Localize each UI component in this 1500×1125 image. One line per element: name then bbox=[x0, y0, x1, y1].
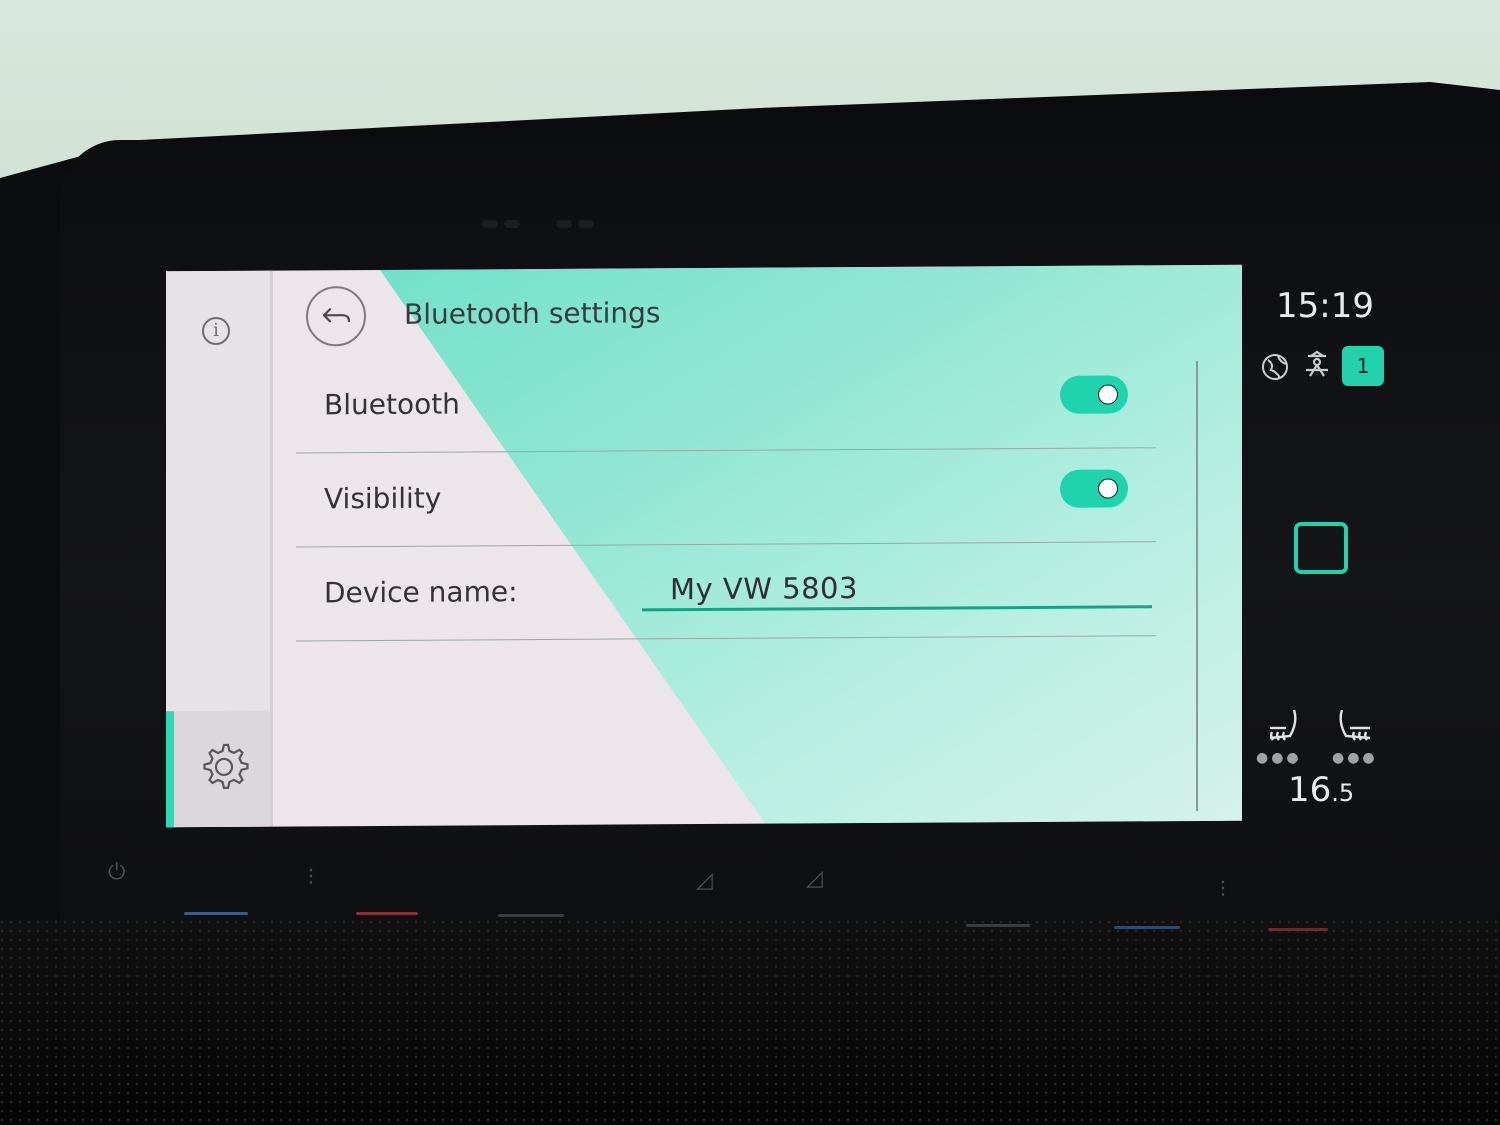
seat-heat-left-icon[interactable] bbox=[1264, 706, 1304, 754]
globe-icon bbox=[1260, 352, 1290, 386]
settings-panel: Bluetooth settings Bluetooth Visibility … bbox=[270, 265, 1242, 827]
dashboard-trim bbox=[0, 920, 1500, 1125]
fan-up-icon[interactable]: ⫶ bbox=[1220, 878, 1226, 903]
sidebar-item-settings[interactable] bbox=[166, 710, 270, 828]
setting-label: Bluetooth bbox=[324, 387, 460, 422]
notification-badge[interactable]: 1 bbox=[1342, 346, 1384, 386]
slider-marker bbox=[498, 914, 564, 917]
bezel-sensor bbox=[482, 220, 498, 228]
seat-heat-right-icon[interactable] bbox=[1336, 706, 1376, 754]
cabin-temperature[interactable]: 16.5 bbox=[1288, 770, 1354, 810]
toggle-knob bbox=[1098, 384, 1118, 405]
temp-left-red-marker bbox=[356, 912, 418, 915]
setting-row-device-name: Device name: My VW 5803 bbox=[296, 541, 1156, 642]
clock: 15:19 bbox=[1276, 286, 1374, 326]
back-button[interactable] bbox=[306, 286, 366, 347]
seat-heat-right-level: ●●● bbox=[1332, 750, 1378, 766]
bezel-sensor bbox=[556, 220, 572, 228]
device-name-label: Device name: bbox=[324, 575, 518, 610]
temp-right-red-marker bbox=[1268, 928, 1328, 931]
bezel-sensor bbox=[504, 220, 520, 228]
toggle-knob bbox=[1098, 478, 1118, 499]
temp-left-blue-marker bbox=[184, 912, 248, 915]
bluetooth-toggle[interactable] bbox=[1060, 375, 1128, 414]
bezel-sensor bbox=[578, 220, 594, 228]
fan-down-icon[interactable]: ⫶ bbox=[308, 866, 314, 891]
temp-right-blue-marker bbox=[1114, 926, 1180, 929]
seat-heat-left-level: ●●● bbox=[1256, 750, 1302, 766]
page-title: Bluetooth settings bbox=[404, 296, 661, 331]
volume-down-icon[interactable]: ◿ bbox=[696, 868, 713, 893]
sidebar: i bbox=[166, 270, 273, 828]
driver-assist-icon bbox=[1302, 350, 1332, 386]
temperature-decimal: .5 bbox=[1331, 779, 1355, 807]
gear-icon bbox=[203, 743, 249, 790]
infotainment-screen: i Bluetooth settings Bluetooth Visibilit… bbox=[166, 264, 1242, 828]
temperature-main: 16 bbox=[1288, 770, 1332, 810]
slider-marker bbox=[966, 924, 1030, 927]
device-name-value: My VW 5803 bbox=[670, 571, 858, 607]
power-icon[interactable]: ⏻ bbox=[108, 860, 125, 885]
scrollbar[interactable] bbox=[1196, 360, 1198, 811]
setting-label: Visibility bbox=[324, 481, 442, 516]
info-icon[interactable]: i bbox=[202, 316, 230, 346]
home-button[interactable] bbox=[1294, 522, 1348, 574]
device-name-field[interactable]: My VW 5803 bbox=[642, 555, 1152, 612]
back-arrow-icon bbox=[322, 308, 351, 323]
visibility-toggle[interactable] bbox=[1060, 469, 1128, 508]
setting-row-visibility: Visibility bbox=[296, 447, 1156, 548]
volume-up-icon[interactable]: ◿ bbox=[806, 866, 823, 891]
setting-row-bluetooth: Bluetooth bbox=[296, 353, 1156, 454]
